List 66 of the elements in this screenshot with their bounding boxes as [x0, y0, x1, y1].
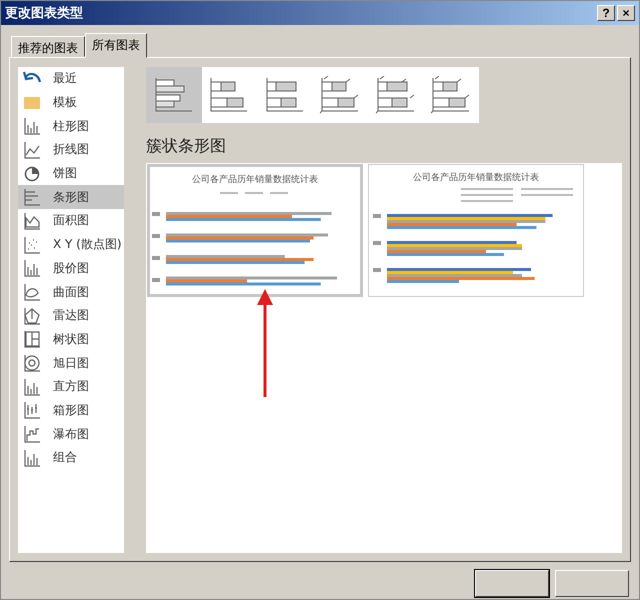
category-item[interactable]: 直方图 — [18, 374, 124, 399]
chart-type-icon — [23, 330, 41, 348]
category-item[interactable]: 饼图 — [18, 162, 124, 186]
chart-type-icon — [23, 188, 41, 206]
dialog-button[interactable] — [555, 570, 629, 597]
category-item[interactable]: 组合 — [18, 446, 124, 470]
chart-title: 公司各产品历年销量数据统计表 — [192, 174, 318, 186]
axis-label-mark — [152, 256, 160, 260]
chart-subtype-option[interactable] — [146, 67, 202, 123]
bar-chart-icon — [209, 76, 250, 114]
chart-type-icon — [23, 448, 41, 467]
legend-entry-mark — [270, 192, 288, 194]
category-item[interactable]: 箱形图 — [18, 398, 124, 422]
bar-chart-icon — [154, 76, 194, 114]
category-item[interactable]: 股价图 — [18, 256, 124, 280]
legend-entry-mark — [521, 194, 573, 196]
legend-entry-mark — [461, 200, 513, 202]
chart-type-icon — [23, 212, 41, 230]
category-item[interactable]: 雷达图 — [18, 304, 124, 328]
chart-type-icon — [23, 283, 41, 302]
chart-title: 公司各产品历年销量数据统计表 — [413, 172, 539, 184]
category-item[interactable]: 旭日图 — [18, 351, 124, 375]
chart-preview[interactable]: 公司各产品历年销量数据统计表 — [368, 164, 584, 297]
bar-chart-icon — [431, 76, 472, 114]
chart-type-icon — [23, 401, 41, 420]
category-item[interactable]: 条形图 — [18, 185, 124, 210]
axis-label-mark — [373, 268, 381, 272]
chart-preview[interactable]: 公司各产品历年销量数据统计表 — [147, 164, 363, 297]
axis-label-mark — [152, 234, 160, 238]
category-item[interactable]: 模板 — [18, 90, 124, 114]
axis-label-mark — [152, 278, 160, 282]
legend-entry-mark — [461, 194, 513, 196]
chart-type-icon — [23, 354, 41, 372]
chart-type-icon — [23, 236, 41, 254]
chart-type-icon — [23, 306, 41, 325]
chart-type-icon — [23, 425, 41, 444]
legend-entry-mark — [521, 188, 573, 190]
dialog-button[interactable] — [475, 570, 549, 597]
category-item[interactable]: 折线图 — [18, 138, 124, 162]
axis-label-mark — [373, 241, 381, 245]
window-title: 更改图表类型 — [5, 5, 83, 22]
legend-entry-mark — [220, 192, 238, 194]
chart-type-icon — [23, 259, 41, 278]
axis-label-mark — [373, 214, 381, 218]
axis-label-mark — [152, 212, 160, 216]
subtype-heading: 簇状条形图 — [146, 135, 227, 157]
help-button[interactable]: ? — [597, 5, 615, 21]
category-item[interactable]: X Y (散点图) — [18, 232, 124, 256]
chart-type-icon — [23, 164, 41, 183]
category-item[interactable]: 树状图 — [18, 328, 124, 352]
legend-entry-mark — [245, 192, 263, 194]
bar-chart-icon — [376, 76, 416, 114]
bar-chart-icon — [320, 76, 360, 114]
tab[interactable]: 推荐的图表 — [11, 36, 85, 57]
tab[interactable]: 所有图表 — [85, 33, 147, 58]
chart-type-icon — [23, 378, 41, 396]
bar-chart-icon — [264, 76, 305, 114]
legend-entry-mark — [461, 188, 513, 190]
category-item[interactable]: 面积图 — [18, 209, 124, 233]
chart-type-icon — [23, 117, 41, 136]
category-item[interactable]: 最近 — [18, 67, 124, 91]
close-button[interactable]: × — [617, 5, 635, 21]
category-item[interactable]: 曲面图 — [18, 280, 124, 304]
chart-type-icon — [23, 140, 41, 159]
category-item[interactable]: 瀑布图 — [18, 422, 124, 446]
category-item[interactable]: 柱形图 — [18, 114, 124, 138]
